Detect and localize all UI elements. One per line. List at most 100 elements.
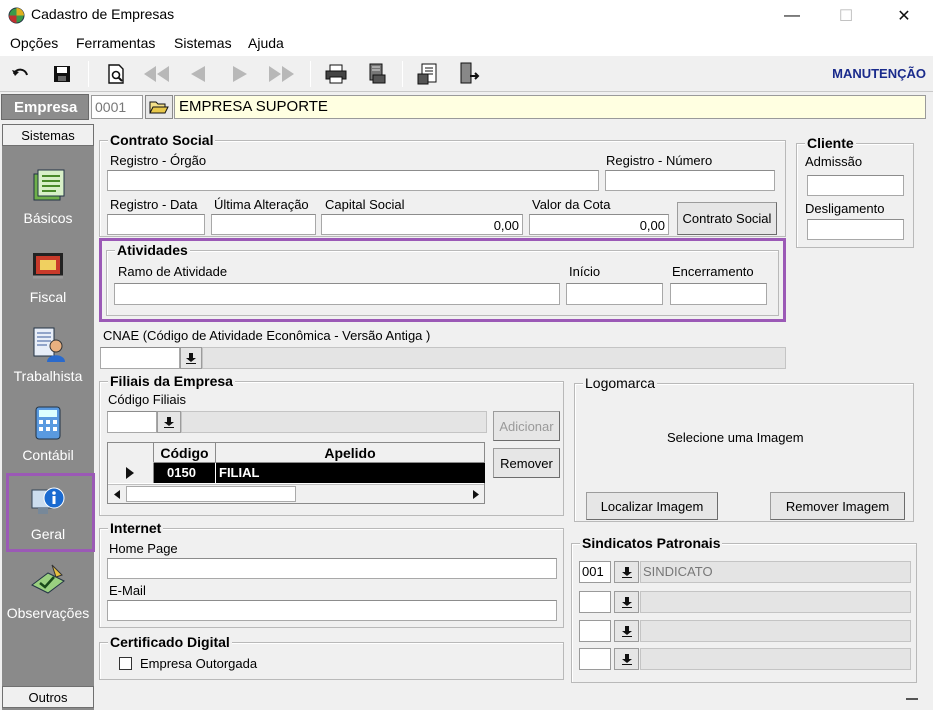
first-icon[interactable] — [141, 60, 171, 88]
sindicato-dropdown-button[interactable] — [614, 591, 639, 613]
sindicato-dropdown-button[interactable] — [614, 561, 639, 583]
report-icon[interactable] — [413, 60, 443, 88]
sidebar-item-basicos[interactable]: Básicos — [2, 162, 94, 237]
grid-header-apelido[interactable]: Apelido — [216, 443, 485, 463]
group-title: Contrato Social — [108, 132, 216, 148]
sidebar-item-label: Trabalhista — [13, 368, 83, 384]
sindicato-code-field[interactable] — [579, 591, 611, 613]
sidebar-header-sistemas[interactable]: Sistemas — [2, 124, 94, 146]
menu-bar: Opções Ferramentas Sistemas Ajuda — [0, 31, 933, 56]
fiscal-icon — [33, 253, 63, 279]
save-icon[interactable] — [47, 60, 77, 88]
scroll-left-icon[interactable] — [108, 485, 125, 503]
adicionar-button[interactable]: Adicionar — [493, 411, 560, 441]
grid-corner — [108, 443, 154, 463]
registro-data-label: Registro - Data — [110, 197, 198, 212]
cnae-code-field[interactable] — [100, 347, 180, 369]
sidebar: Sistemas Básicos Fiscal Trabalhista Cont… — [2, 124, 94, 710]
registro-data-field[interactable] — [107, 214, 205, 235]
desligamento-field[interactable] — [807, 219, 904, 240]
menu-ferramentas[interactable]: Ferramentas — [76, 35, 155, 51]
home-page-field[interactable] — [107, 558, 557, 579]
inicio-field[interactable] — [566, 283, 663, 305]
registro-orgao-field[interactable] — [107, 170, 599, 191]
minimize-button[interactable]: — — [769, 0, 815, 31]
contrato-social-button[interactable]: Contrato Social — [677, 202, 777, 235]
filiais-dropdown-button[interactable] — [157, 411, 181, 433]
print-setup-icon[interactable] — [363, 60, 393, 88]
codigo-filiais-field[interactable] — [107, 411, 157, 433]
empresa-outorgada-checkbox[interactable] — [119, 657, 132, 670]
sindicato-dropdown-button[interactable] — [614, 620, 639, 642]
ultima-alteracao-label: Última Alteração — [214, 197, 309, 212]
group-title: Internet — [108, 520, 164, 536]
menu-sistemas[interactable]: Sistemas — [174, 35, 232, 51]
highlight-frame-geral — [6, 473, 95, 552]
grid-cell-codigo[interactable]: 0150 — [154, 463, 216, 483]
remover-filial-button[interactable]: Remover — [493, 448, 560, 478]
dropdown-arrow-icon — [186, 352, 196, 364]
sindicato-code-field[interactable] — [579, 648, 611, 670]
sindicato-code-field[interactable] — [579, 620, 611, 642]
group-title: Sindicatos Patronais — [580, 535, 723, 551]
filiais-grid[interactable]: Código Apelido 0150 FILIAL — [107, 442, 485, 504]
logo-placeholder-text: Selecione uma Imagem — [667, 430, 804, 445]
title-bar: Cadastro de Empresas — ☐ ✕ — [0, 0, 933, 31]
ultima-alteracao-field[interactable] — [211, 214, 316, 235]
prev-icon[interactable] — [183, 60, 213, 88]
empresa-name-field[interactable]: EMPRESA SUPORTE — [174, 95, 926, 119]
group-title: Logomarca — [583, 375, 658, 391]
toolbar-separator — [402, 61, 403, 87]
undo-icon[interactable] — [6, 60, 36, 88]
open-folder-button[interactable] — [145, 95, 173, 119]
admissao-field[interactable] — [807, 175, 904, 196]
last-icon[interactable] — [267, 60, 297, 88]
filiais-description-field — [181, 411, 487, 433]
encerramento-label: Encerramento — [672, 264, 754, 279]
horizontal-scrollbar[interactable] — [108, 484, 484, 503]
empresa-code-field[interactable]: 0001 — [91, 95, 143, 119]
sidebar-item-contabil[interactable]: Contábil — [2, 399, 94, 474]
sidebar-item-fiscal[interactable]: Fiscal — [2, 241, 94, 316]
capital-social-field[interactable]: 0,00 — [321, 214, 523, 235]
encerramento-field[interactable] — [670, 283, 767, 305]
remover-imagem-button[interactable]: Remover Imagem — [770, 492, 905, 520]
exit-icon[interactable] — [454, 60, 484, 88]
registro-numero-field[interactable] — [605, 170, 775, 191]
email-field[interactable] — [107, 600, 557, 621]
sindicato-code-field[interactable]: 001 — [579, 561, 611, 583]
ramo-atividade-field[interactable] — [114, 283, 560, 305]
sidebar-item-label: Contábil — [22, 447, 74, 463]
preview-icon[interactable] — [101, 60, 131, 88]
registro-orgao-label: Registro - Órgão — [110, 153, 207, 168]
sidebar-item-observacoes[interactable]: Observações — [2, 557, 94, 632]
sindicato-dropdown-button[interactable] — [614, 648, 639, 670]
cnae-dropdown-button[interactable] — [180, 347, 202, 369]
window-title: Cadastro de Empresas — [31, 6, 175, 22]
scroll-thumb[interactable] — [126, 486, 296, 502]
sidebar-item-label: Fiscal — [29, 289, 67, 305]
group-title: Cliente — [805, 135, 856, 151]
registro-numero-label: Registro - Número — [606, 153, 713, 168]
localizar-imagem-button[interactable]: Localizar Imagem — [586, 492, 718, 520]
print-icon[interactable] — [321, 60, 351, 88]
cnae-description-field — [202, 347, 786, 369]
close-button[interactable]: ✕ — [881, 0, 927, 31]
menu-opcoes[interactable]: Opções — [10, 35, 58, 51]
cnae-label: CNAE (Código de Atividade Econômica - Ve… — [103, 328, 431, 343]
email-label: E-Mail — [109, 583, 146, 598]
admissao-label: Admissão — [805, 154, 863, 169]
maximize-button[interactable]: ☐ — [823, 0, 869, 31]
resize-grip[interactable] — [906, 698, 918, 700]
sidebar-item-trabalhista[interactable]: Trabalhista — [2, 320, 94, 395]
empresa-label: Empresa — [1, 94, 89, 120]
grid-header-codigo[interactable]: Código — [154, 443, 216, 463]
row-pointer-icon — [126, 467, 134, 479]
next-icon[interactable] — [225, 60, 255, 88]
menu-ajuda[interactable]: Ajuda — [248, 35, 284, 51]
valor-cota-field[interactable]: 0,00 — [529, 214, 669, 235]
grid-cell-apelido[interactable]: FILIAL — [216, 463, 485, 483]
scroll-right-icon[interactable] — [467, 485, 484, 503]
sidebar-header-outros[interactable]: Outros — [2, 686, 94, 708]
empresa-bar: Empresa 0001 EMPRESA SUPORTE — [0, 93, 933, 121]
